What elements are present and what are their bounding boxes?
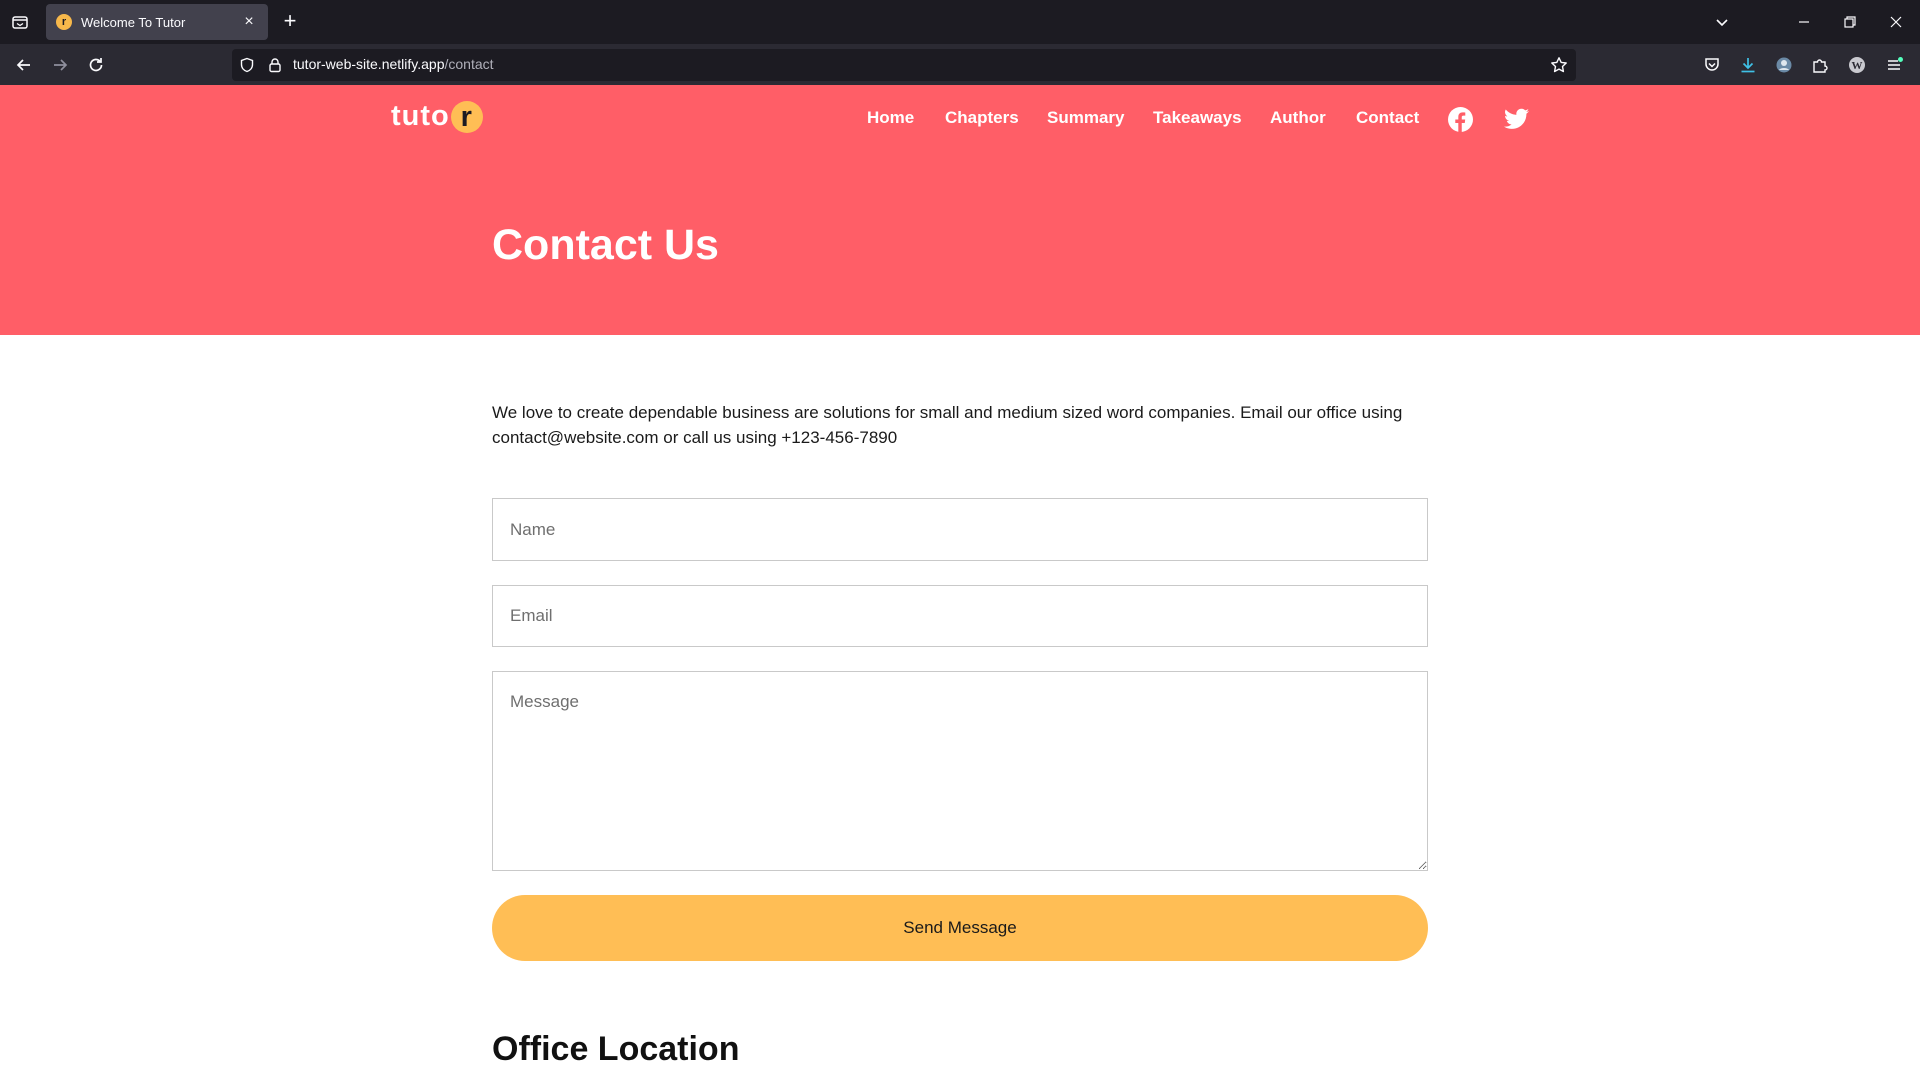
svg-text:W: W (1852, 60, 1863, 72)
office-location-heading: Office Location (492, 1030, 740, 1068)
facebook-icon[interactable] (1447, 106, 1473, 132)
wordpress-icon[interactable]: W (1845, 53, 1869, 77)
new-tab-button[interactable]: + (279, 10, 301, 33)
send-message-button[interactable]: Send Message (492, 895, 1428, 961)
nav-chapters[interactable]: Chapters (945, 108, 1019, 128)
nav-home[interactable]: Home (867, 108, 914, 128)
restore-icon[interactable] (1838, 10, 1862, 34)
nav-contact[interactable]: Contact (1356, 108, 1419, 128)
contact-intro: We love to create dependable business ar… (492, 403, 1403, 447)
list-all-tabs-icon[interactable] (10, 12, 30, 32)
bookmark-star-icon[interactable] (1550, 56, 1568, 74)
address-bar[interactable]: tutor-web-site.netlify.app/contact (232, 49, 1576, 81)
url-host: tutor-web-site.netlify.app (293, 56, 445, 72)
tab-favicon: r (56, 14, 72, 30)
chevron-down-icon[interactable] (1710, 10, 1734, 34)
tab-close-icon[interactable]: × (240, 13, 258, 31)
back-icon[interactable] (12, 53, 36, 77)
nav-takeaways[interactable]: Takeaways (1153, 108, 1242, 128)
nav-summary[interactable]: Summary (1047, 108, 1124, 128)
message-field[interactable] (492, 671, 1428, 871)
close-window-icon[interactable] (1884, 10, 1908, 34)
extensions-icon[interactable] (1808, 53, 1832, 77)
lock-icon[interactable] (266, 56, 284, 74)
twitter-icon[interactable] (1503, 106, 1529, 132)
site-header: tuto r Home Chapters Summary Takeaways Au… (0, 85, 1920, 335)
forward-icon[interactable] (48, 53, 72, 77)
name-field[interactable] (492, 498, 1428, 561)
url-path: /contact (444, 56, 494, 72)
url-text[interactable]: tutor-web-site.netlify.app/contact (293, 56, 494, 72)
menu-icon[interactable] (1882, 53, 1906, 77)
download-icon[interactable] (1736, 53, 1760, 77)
pocket-icon[interactable] (1700, 53, 1724, 77)
minimize-icon[interactable] (1792, 10, 1816, 34)
tab-title: Welcome To Tutor (81, 14, 186, 30)
active-tab[interactable]: r Welcome To Tutor × (46, 4, 268, 40)
email-field[interactable] (492, 585, 1428, 647)
shield-icon[interactable] (238, 56, 256, 74)
page-title: Contact Us (492, 221, 719, 269)
nav-author[interactable]: Author (1270, 108, 1326, 128)
account-icon[interactable] (1772, 53, 1796, 77)
reload-icon[interactable] (84, 53, 108, 77)
browser-toolbar: tutor-web-site.netlify.app/contact W (0, 44, 1920, 85)
browser-tab-strip: r Welcome To Tutor × + (0, 0, 1920, 44)
main-nav: Home Chapters Summary Takeaways Author C… (0, 108, 1920, 136)
